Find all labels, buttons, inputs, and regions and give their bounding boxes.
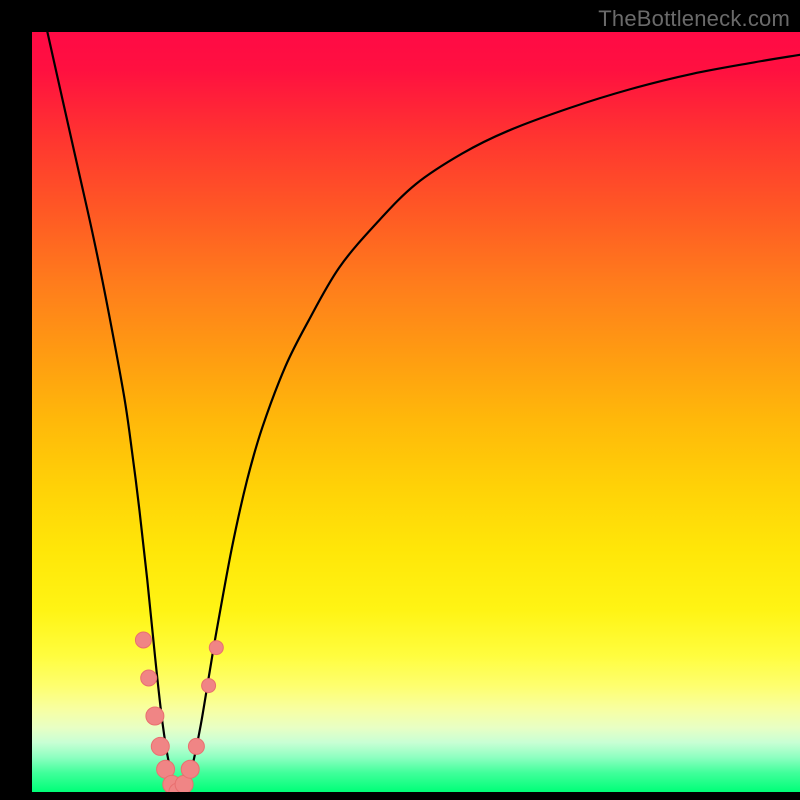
curve-marker (209, 641, 223, 655)
curve-marker (141, 670, 157, 686)
curve-marker (146, 707, 164, 725)
curve-marker (202, 679, 216, 693)
curve-marker (151, 737, 169, 755)
curve-marker (181, 760, 199, 778)
chart-frame: TheBottleneck.com (0, 0, 800, 800)
curve-marker (135, 632, 151, 648)
chart-svg (32, 32, 800, 792)
watermark-text: TheBottleneck.com (598, 6, 790, 32)
bottleneck-curve (47, 32, 800, 792)
plot-area (32, 32, 800, 792)
curve-marker (188, 738, 204, 754)
curve-markers (135, 632, 223, 792)
